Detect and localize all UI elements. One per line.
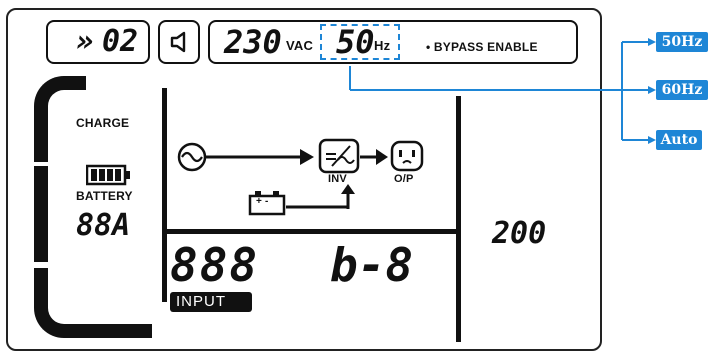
callout-60hz: 60Hz [656, 80, 708, 100]
callout-connectors [349, 38, 656, 144]
callout-auto: Auto [656, 130, 702, 150]
callout-50hz: 50Hz [656, 32, 708, 52]
